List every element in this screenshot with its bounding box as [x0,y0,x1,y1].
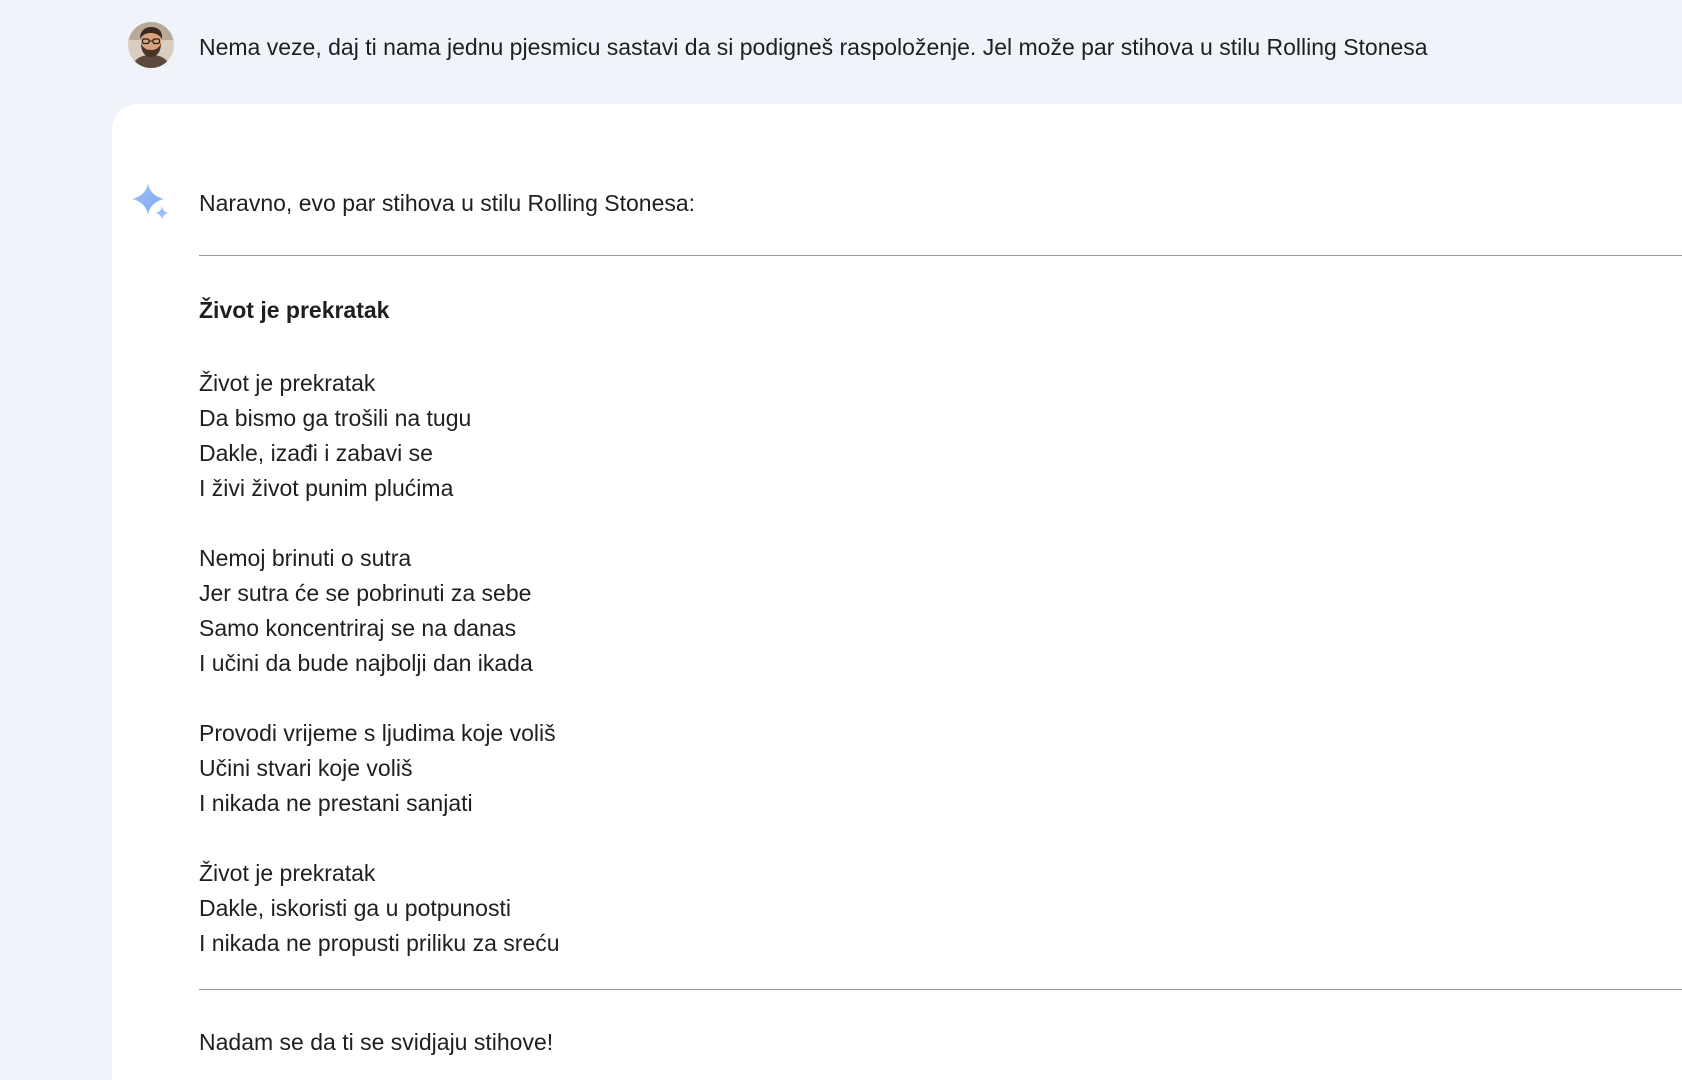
gemini-sparkle-icon [132,183,174,225]
lyric-line: Učini stvari koje voliš [199,755,413,781]
stanza-4: Život je prekratak Dakle, iskoristi ga u… [199,856,560,961]
song-title: Život je prekratak [199,297,390,323]
stanza-3: Provodi vrijeme s ljudima koje voliš Uči… [199,716,560,821]
lyric-line: Jer sutra će se pobrinuti za sebe [199,580,532,606]
lyric-line: I nikada ne propusti priliku za sreću [199,930,560,956]
response-outro: Nadam se da ti se svidjaju stihove! [199,1029,554,1055]
stanza-2: Nemoj brinuti o sutra Jer sutra će se po… [199,541,560,681]
divider-bottom [199,989,1682,990]
divider-top [199,255,1682,256]
lyric-line: Da bismo ga trošili na tugu [199,405,472,431]
lyric-line: Nemoj brinuti o sutra [199,545,412,571]
chat-page: Nema veze, daj ti nama jednu pjesmicu sa… [0,0,1682,1080]
lyric-line: I učini da bude najbolji dan ikada [199,650,533,676]
lyric-line: Dakle, iskoristi ga u potpunosti [199,895,511,921]
lyric-line: Život je prekratak [199,860,376,886]
lyric-line: Dakle, izađi i zabavi se [199,440,433,466]
user-message-text: Nema veze, daj ti nama jednu pjesmicu sa… [199,34,1428,60]
lyric-line: I nikada ne prestani sanjati [199,790,473,816]
lyric-line: Samo koncentriraj se na danas [199,615,517,641]
response-intro: Naravno, evo par stihova u stilu Rolling… [199,190,696,216]
user-avatar[interactable] [128,22,174,68]
lyric-line: I živi život punim plućima [199,475,454,501]
stanza-1: Život je prekratak Da bismo ga trošili n… [199,366,560,506]
lyric-line: Život je prekratak [199,370,376,396]
user-message: Nema veze, daj ti nama jednu pjesmicu sa… [128,22,1428,68]
song-lyrics: Život je prekratak Da bismo ga trošili n… [199,366,560,996]
lyric-line: Provodi vrijeme s ljudima koje voliš [199,720,556,746]
